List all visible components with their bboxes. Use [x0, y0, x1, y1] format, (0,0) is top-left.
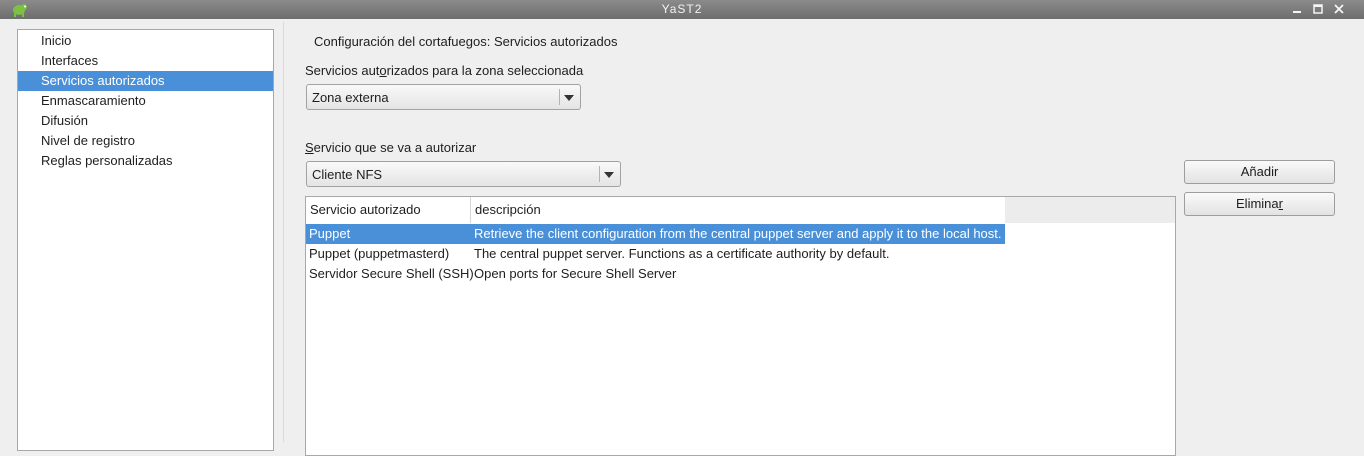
column-header-service[interactable]: Servicio autorizado [306, 197, 471, 223]
chevron-down-icon [602, 168, 616, 182]
authorized-services-table: Servicio autorizado descripción Puppet R… [305, 196, 1176, 456]
cell-description: Open ports for Secure Shell Server [474, 266, 677, 281]
maximize-icon[interactable] [1310, 1, 1326, 17]
table-row[interactable]: Puppet Retrieve the client configuration… [306, 224, 1005, 244]
service-label: Servicio que se va a autorizar [305, 140, 477, 155]
window-title: YaST2 [661, 2, 703, 16]
sidebar-item-label: Inicio [41, 33, 72, 48]
chevron-down-icon [562, 91, 576, 105]
sidebar-item-label: Enmascaramiento [41, 93, 146, 108]
zone-label: Servicios autorizados para la zona selec… [305, 63, 584, 78]
zone-select[interactable]: Zona externa [306, 84, 581, 110]
title-bar: YaST2 [0, 0, 1364, 19]
column-header-description[interactable]: descripción [471, 197, 1005, 223]
table-row[interactable]: Puppet (puppetmasterd) The central puppe… [306, 244, 1005, 264]
sidebar-item-label: Reglas personalizadas [41, 153, 173, 168]
cell-description: Retrieve the client configuration from t… [474, 226, 1002, 241]
combo-separator [599, 166, 600, 182]
cell-service: Puppet [309, 226, 351, 241]
remove-button[interactable]: Eliminar [1184, 192, 1335, 216]
service-select-value: Cliente NFS [312, 167, 383, 182]
sidebar-item-label: Interfaces [41, 53, 99, 68]
service-select[interactable]: Cliente NFS [306, 161, 621, 187]
add-button[interactable]: Añadir [1184, 160, 1335, 184]
minimize-icon[interactable] [1289, 1, 1305, 17]
sidebar-item-reglas-personalizadas[interactable]: Reglas personalizadas [18, 151, 273, 171]
sidebar-tree: Inicio Interfaces Servicios autorizados … [17, 29, 274, 451]
sidebar-item-label: Difusión [41, 113, 88, 128]
sidebar-item-label: Nivel de registro [41, 133, 135, 148]
page-title: Configuración del cortafuegos: Servicios… [314, 34, 618, 49]
sidebar-item-enmascaramiento[interactable]: Enmascaramiento [18, 91, 273, 111]
sidebar-item-interfaces[interactable]: Interfaces [18, 51, 273, 71]
panel-divider [283, 22, 284, 442]
cell-service: Puppet (puppetmasterd) [309, 246, 450, 261]
table-row[interactable]: Servidor Secure Shell (SSH) Open ports f… [306, 264, 1005, 284]
close-icon[interactable] [1331, 1, 1347, 17]
cell-service: Servidor Secure Shell (SSH) [309, 266, 474, 281]
sidebar-item-inicio[interactable]: Inicio [18, 31, 273, 51]
sidebar-item-difusion[interactable]: Difusión [18, 111, 273, 131]
cell-description: The central puppet server. Functions as … [474, 246, 890, 261]
sidebar-item-servicios-autorizados[interactable]: Servicios autorizados [18, 71, 273, 91]
sidebar-item-nivel-de-registro[interactable]: Nivel de registro [18, 131, 273, 151]
zone-select-value: Zona externa [312, 90, 389, 105]
combo-separator [559, 89, 560, 105]
sidebar-item-label: Servicios autorizados [41, 73, 165, 88]
